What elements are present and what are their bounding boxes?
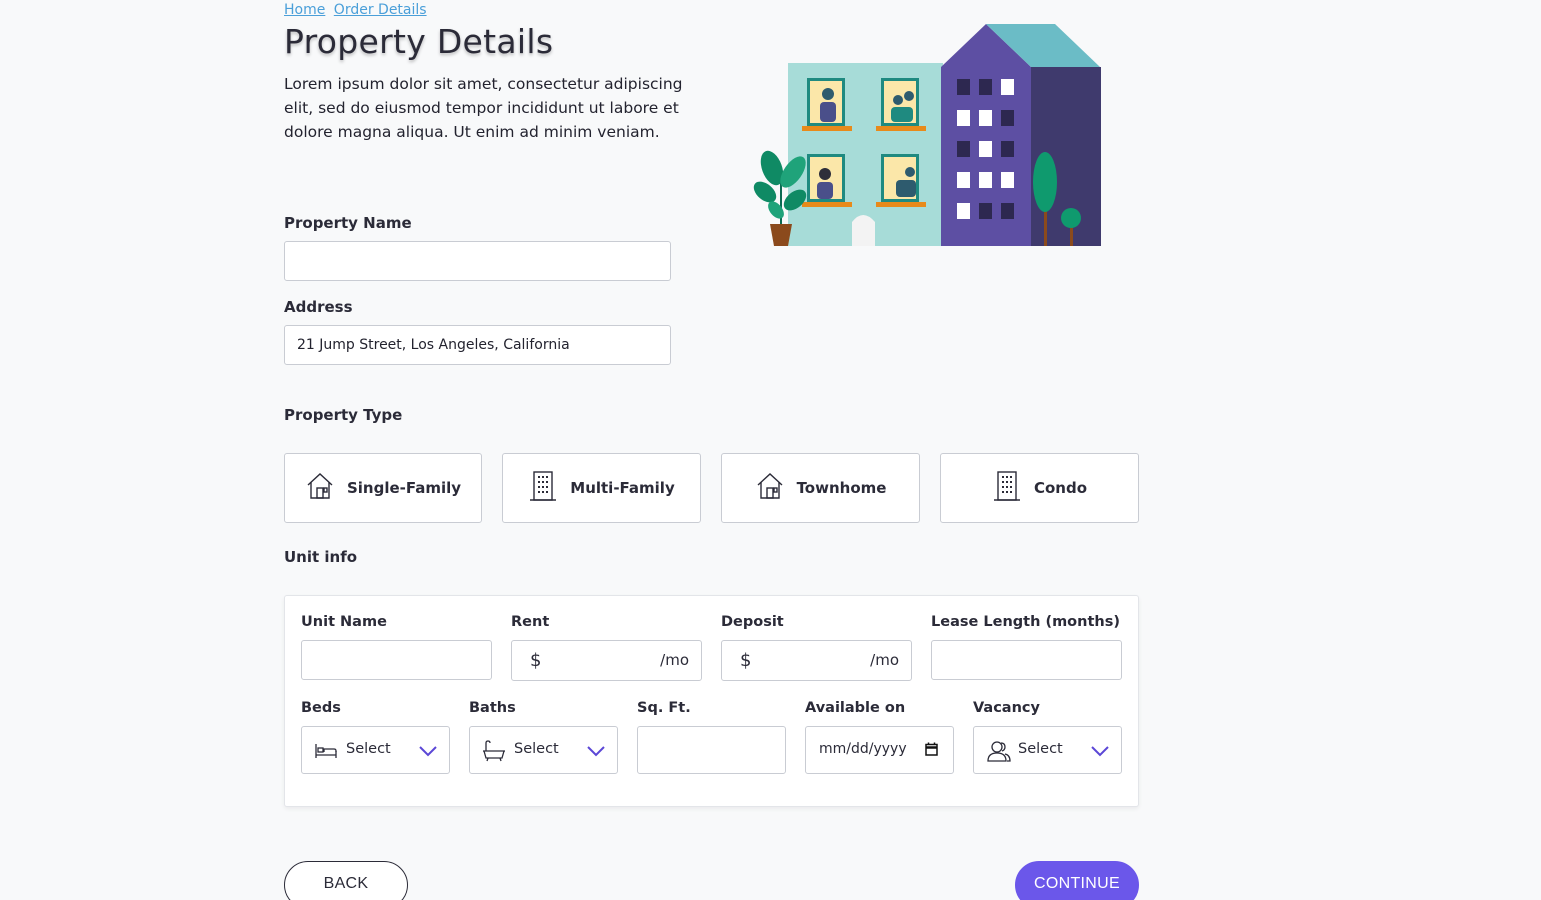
dollar-icon: $	[740, 650, 752, 671]
building-icon	[992, 470, 1022, 506]
apartment-building-image	[753, 24, 1101, 246]
property-type-label-multi-family: Multi-Family	[570, 479, 675, 497]
available-on-label: Available on	[805, 700, 906, 716]
beds-value: Select	[346, 741, 391, 757]
sqft-input[interactable]	[637, 726, 786, 774]
building-icon	[528, 470, 558, 506]
unit-info-panel: Unit Name Rent Deposit Lease Length (mon…	[284, 595, 1139, 807]
beds-label: Beds	[301, 700, 341, 716]
breadcrumb: Home Order Details	[284, 2, 431, 18]
page-title: Property Details	[284, 22, 554, 61]
back-button[interactable]: BACK	[284, 861, 408, 900]
calendar-icon[interactable]	[925, 742, 938, 760]
bathtub-icon	[482, 740, 506, 766]
continue-button[interactable]: CONTINUE	[1015, 861, 1139, 900]
property-name-label: Property Name	[284, 214, 412, 232]
lease-length-input[interactable]	[931, 640, 1122, 680]
chevron-down-icon	[1091, 745, 1109, 761]
property-type-label: Property Type	[284, 406, 403, 424]
house-icon	[755, 471, 785, 505]
building-illustration	[748, 22, 1108, 252]
property-type-condo[interactable]: Condo	[940, 453, 1139, 523]
breadcrumb-order-details-link[interactable]: Order Details	[334, 2, 427, 18]
rent-input[interactable]: $ /mo	[511, 640, 702, 681]
bed-icon	[314, 742, 338, 764]
available-on-placeholder: mm/dd/yyyy	[819, 741, 907, 757]
property-type-label-townhome: Townhome	[796, 479, 887, 497]
rent-suffix: /mo	[660, 651, 689, 669]
users-icon	[986, 740, 1012, 766]
vacancy-label: Vacancy	[973, 700, 1040, 716]
deposit-label: Deposit	[721, 614, 784, 630]
vacancy-value: Select	[1018, 741, 1063, 757]
dollar-icon: $	[530, 650, 542, 671]
deposit-input[interactable]: $ /mo	[721, 640, 912, 681]
property-type-label-single-family: Single-Family	[346, 479, 462, 497]
rent-label: Rent	[511, 614, 550, 630]
unit-info-label: Unit info	[284, 548, 358, 566]
address-label: Address	[284, 298, 353, 316]
baths-select[interactable]: Select	[469, 726, 618, 774]
chevron-down-icon	[419, 745, 437, 761]
breadcrumb-home-link[interactable]: Home	[284, 2, 325, 18]
house-icon	[305, 471, 335, 505]
property-type-townhome[interactable]: Townhome	[721, 453, 920, 523]
page-intro: Lorem ipsum dolor sit amet, consectetur …	[284, 75, 683, 141]
deposit-suffix: /mo	[870, 651, 899, 669]
available-on-date-input[interactable]: mm/dd/yyyy	[805, 726, 954, 774]
sqft-label: Sq. Ft.	[637, 700, 691, 716]
property-type-single-family[interactable]: Single-Family	[284, 453, 482, 523]
chevron-down-icon	[587, 745, 605, 761]
unit-name-input[interactable]	[301, 640, 492, 680]
baths-value: Select	[514, 741, 559, 757]
address-input[interactable]	[284, 325, 671, 365]
baths-label: Baths	[469, 700, 516, 716]
lease-length-label: Lease Length (months)	[931, 614, 1120, 630]
vacancy-select[interactable]: Select	[973, 726, 1122, 774]
property-type-multi-family[interactable]: Multi-Family	[502, 453, 701, 523]
unit-name-label: Unit Name	[301, 614, 387, 630]
beds-select[interactable]: Select	[301, 726, 450, 774]
property-name-input[interactable]	[284, 241, 671, 281]
property-type-label-condo: Condo	[1033, 479, 1088, 497]
